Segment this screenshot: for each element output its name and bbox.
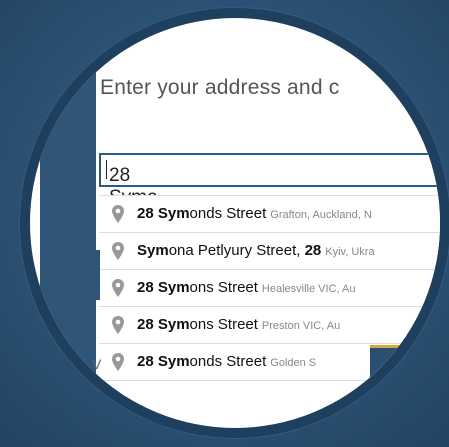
suggestion-item[interactable]: Symona Petlyury Street, 28 Kyiv, Ukra <box>99 233 440 270</box>
page-left-bar <box>40 40 96 428</box>
address-prompt: Enter your address and c <box>100 76 340 99</box>
suggestion-item[interactable]: 28 Symons Street Healesville VIC, Au <box>99 270 440 307</box>
banner-letter: A <box>408 366 437 413</box>
suggestion-text: Symona Petlyury Street, 28 Kyiv, Ukra <box>137 242 375 259</box>
suggestion-item[interactable]: 28 Symons Street Preston VIC, Au <box>99 307 440 344</box>
address-input[interactable]: 28 Symo <box>99 153 440 208</box>
suggestion-text: 28 Symonds Street Golden S <box>137 353 317 370</box>
banner-accent-line <box>370 345 440 348</box>
suggestion-text: 28 Symonds Street Grafton, Auckland, N <box>137 205 372 222</box>
map-pin-icon <box>112 279 124 297</box>
underlying-button-edge <box>94 250 100 300</box>
suggestion-item[interactable]: 28 Symonds Street Grafton, Auckland, N <box>99 196 440 233</box>
address-input-value: 28 Symo <box>105 160 158 208</box>
map-pin-icon <box>112 242 124 260</box>
suggestion-text: 28 Symons Street Preston VIC, Au <box>137 316 341 333</box>
magnified-lens: Enter your address and c 28 Symo 28 Symo… <box>30 18 440 428</box>
map-pin-icon <box>112 205 124 223</box>
underlying-label-fragment: V <box>92 356 102 372</box>
suggestion-text: 28 Symons Street Healesville VIC, Au <box>137 279 356 296</box>
map-pin-icon <box>112 353 124 371</box>
map-pin-icon <box>112 316 124 334</box>
text-caret <box>106 160 107 179</box>
